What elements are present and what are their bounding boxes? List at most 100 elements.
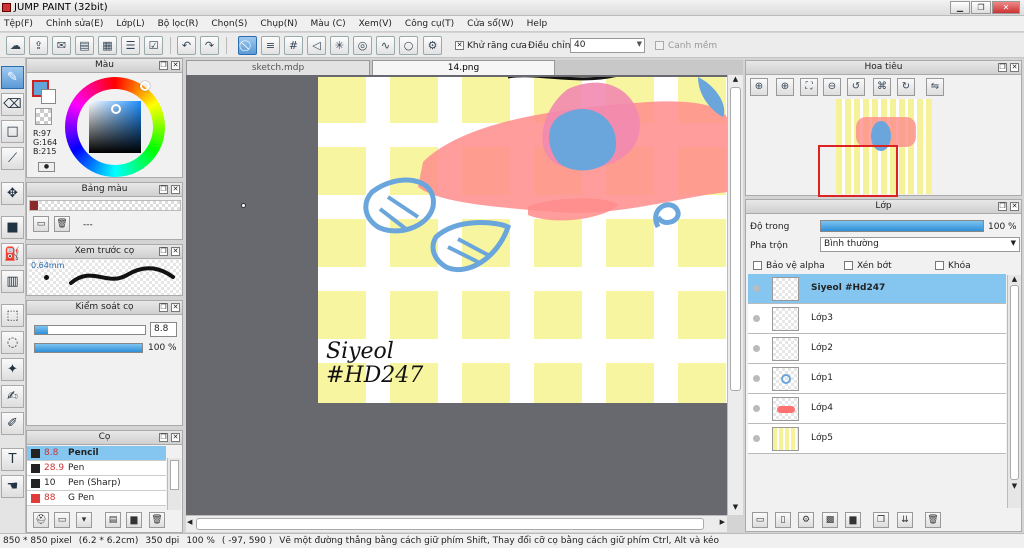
snap-curve-icon[interactable]: ∿ (376, 36, 395, 55)
panel-close-icon[interactable]: ✕ (171, 185, 180, 194)
menu-filter[interactable]: Bộ lọc(R) (158, 19, 199, 29)
zoom-in-icon[interactable]: ⊕ (750, 78, 768, 96)
cloud-icon[interactable]: ☁ (6, 36, 25, 55)
antialias-checkbox[interactable]: ✕ (455, 41, 464, 50)
list-icon[interactable]: ☰ (121, 36, 140, 55)
horizontal-scrollbar[interactable]: ◀ ▶ (186, 515, 727, 532)
add-brush-icon[interactable]: ⛑ (33, 512, 49, 528)
snap-parallel-icon[interactable]: ≡ (261, 36, 280, 55)
rotate-left-icon[interactable]: ↺ (847, 78, 865, 96)
panel-close-icon[interactable]: ✕ (1010, 202, 1019, 211)
new-brush-icon[interactable]: ▭ (54, 512, 70, 528)
vertical-scroll-thumb[interactable] (730, 87, 741, 391)
pan-tool-icon[interactable]: ☚ (1, 475, 24, 498)
sub-color-swatch[interactable] (41, 89, 56, 104)
snap-soft-checkbox[interactable] (655, 41, 664, 50)
brush-settings-icon[interactable]: ▤ (105, 512, 121, 528)
note-icon[interactable]: ▤ (75, 36, 94, 55)
menu-help[interactable]: Help (527, 19, 548, 29)
layer-row[interactable]: Lớp4 (748, 394, 1006, 424)
zoom-in-alt-icon[interactable]: ⊕ (776, 78, 794, 96)
new-palette-icon[interactable]: ▭ (33, 216, 49, 232)
protect-alpha-checkbox[interactable] (753, 261, 762, 270)
palette-swatches[interactable] (29, 200, 181, 211)
trash-icon[interactable]: 🗑 (54, 216, 70, 232)
brush-item[interactable]: 88 G Pen (27, 491, 166, 506)
snap-perspective-icon[interactable]: ◁ (307, 36, 326, 55)
line-tool-icon[interactable]: ⟋ (1, 147, 24, 170)
select-eraser-tool-icon[interactable]: ✐ (1, 412, 24, 435)
rect-select-tool-icon[interactable]: ⬚ (1, 304, 24, 327)
layer-row[interactable]: Siyeol #Hd247 (748, 274, 1006, 304)
lock-checkbox[interactable] (935, 261, 944, 270)
magic-wand-tool-icon[interactable]: ✦ (1, 358, 24, 381)
brush-tool-icon[interactable]: ✎ (1, 66, 24, 89)
panel-close-icon[interactable]: ✕ (171, 61, 180, 70)
fit-window-icon[interactable]: ⛶ (800, 78, 818, 96)
panel-close-icon[interactable]: ✕ (1010, 63, 1019, 72)
panel-float-icon[interactable]: ❐ (159, 185, 168, 194)
menu-capture[interactable]: Chụp(N) (260, 19, 297, 29)
color-picker-cursor[interactable] (111, 104, 121, 114)
maximize-button[interactable]: ❐ (971, 1, 991, 14)
navigator-thumbnail[interactable] (818, 99, 932, 197)
layer-row[interactable]: Lớp5 (748, 424, 1006, 454)
new-layer-alt-icon[interactable]: ▯ (775, 512, 791, 528)
menu-select[interactable]: Chọn(S) (211, 19, 247, 29)
scroll-up-icon[interactable]: ▲ (728, 75, 743, 87)
brush-item[interactable]: 8.8 Pencil (27, 446, 166, 461)
brush-item[interactable]: 28.9 Pen (27, 461, 166, 476)
gradient-tool-icon[interactable]: ▥ (1, 270, 24, 293)
panel-close-icon[interactable]: ✕ (171, 303, 180, 312)
menu-window[interactable]: Cửa sổ(W) (467, 19, 513, 29)
palette-swatch[interactable] (30, 201, 38, 210)
layer-row[interactable]: Lớp1 (748, 364, 1006, 394)
eye-icon[interactable]: ● (38, 162, 55, 172)
tab-sketch[interactable]: sketch.mdp (186, 60, 370, 75)
snap-grid-icon[interactable]: # (284, 36, 303, 55)
eye-icon[interactable] (753, 345, 760, 352)
flip-icon[interactable]: ⇋ (926, 78, 944, 96)
canvas-area[interactable]: Siyeol #HD247 (186, 75, 728, 515)
snap-off-icon[interactable]: ⃠ (238, 36, 257, 55)
rotate-right-icon[interactable]: ↻ (897, 78, 915, 96)
scroll-left-icon[interactable]: ◀ (187, 518, 192, 526)
panel-float-icon[interactable]: ❐ (159, 303, 168, 312)
menu-layer[interactable]: Lớp(L) (116, 19, 144, 29)
brush-opacity-slider[interactable] (34, 343, 143, 353)
navigator-viewport[interactable] (818, 145, 898, 197)
eraser-tool-icon[interactable]: ⌫ (1, 93, 24, 116)
menu-color[interactable]: Màu (C) (311, 19, 346, 29)
transparent-swatch[interactable] (35, 108, 52, 125)
vertical-scrollbar[interactable]: ▲ ▼ (727, 75, 743, 515)
menu-view[interactable]: Xem(V) (359, 19, 392, 29)
new-layer-icon[interactable]: ▭ (752, 512, 768, 528)
folder-icon[interactable]: ▆ (126, 512, 142, 528)
text-tool-icon[interactable]: T (1, 448, 24, 471)
eye-icon[interactable] (753, 405, 760, 412)
adjust-combo[interactable]: 40 ▼ (570, 38, 645, 53)
brush-list-scrollbar[interactable] (167, 458, 181, 510)
panel-float-icon[interactable]: ❐ (998, 202, 1007, 211)
document-icon[interactable]: ▦ (98, 36, 117, 55)
folder-icon[interactable]: ▆ (845, 512, 861, 528)
panel-close-icon[interactable]: ✕ (171, 433, 180, 442)
brush-size-value[interactable]: 8.8 (150, 322, 177, 337)
menu-file[interactable]: Tệp(F) (4, 19, 33, 29)
eye-icon[interactable] (753, 375, 760, 382)
snap-circle-icon[interactable]: ◎ (353, 36, 372, 55)
snap-radial-icon[interactable]: ✳ (330, 36, 349, 55)
trash-icon[interactable]: 🗑 (149, 512, 165, 528)
fill-rect-tool-icon[interactable]: ■ (1, 216, 24, 239)
bucket-tool-icon[interactable]: ⛽ (1, 243, 24, 266)
lasso-tool-icon[interactable]: ◌ (1, 331, 24, 354)
layer-settings-icon[interactable]: ⚙ (798, 512, 814, 528)
panel-float-icon[interactable]: ❐ (159, 61, 168, 70)
minimize-button[interactable]: ▁ (950, 1, 970, 14)
brush-size-slider[interactable] (34, 325, 146, 335)
eye-icon[interactable] (753, 285, 760, 292)
menu-edit[interactable]: Chỉnh sửa(E) (46, 19, 103, 29)
blend-mode-select[interactable]: Bình thường ▼ (820, 237, 1020, 252)
layer-list-scrollbar[interactable]: ▲ ▼ (1007, 275, 1021, 508)
eye-icon[interactable] (753, 435, 760, 442)
